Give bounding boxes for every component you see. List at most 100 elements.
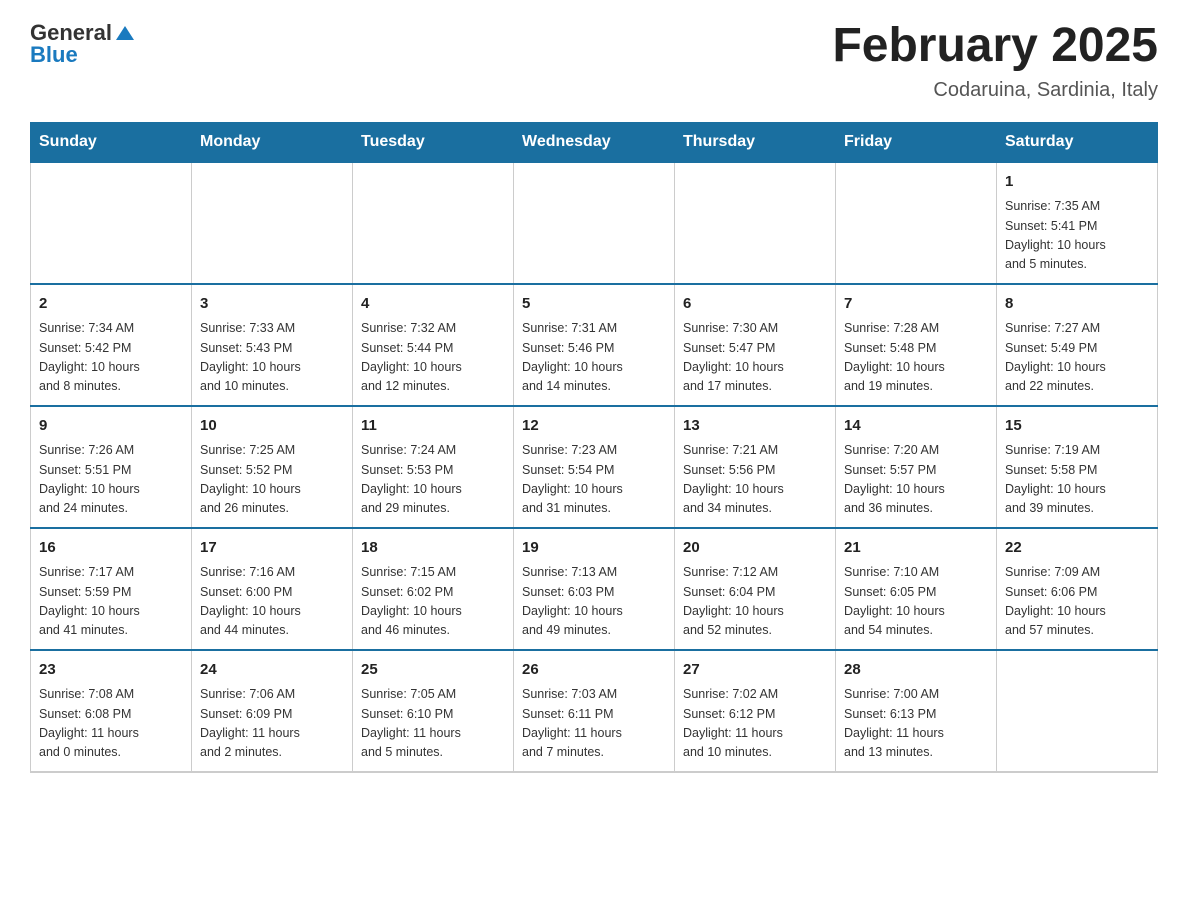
calendar-cell: 5 Sunrise: 7:31 AM Sunset: 5:46 PM Daylig… [514, 284, 675, 406]
calendar-cell: 8 Sunrise: 7:27 AM Sunset: 5:49 PM Daylig… [997, 284, 1158, 406]
calendar-cell: 10 Sunrise: 7:25 AM Sunset: 5:52 PM Dayli… [192, 406, 353, 528]
day-number: 3 [200, 293, 344, 316]
day-info: Sunrise: 7:21 AM Sunset: 5:56 PM Dayligh… [683, 441, 827, 519]
day-info: Sunrise: 7:08 AM Sunset: 6:08 PM Dayligh… [39, 685, 183, 763]
day-info: Sunrise: 7:24 AM Sunset: 5:53 PM Dayligh… [361, 441, 505, 519]
calendar-cell [514, 162, 675, 284]
day-number: 15 [1005, 415, 1149, 438]
calendar-cell: 2Sunrise: 7:34 AM Sunset: 5:42 PM Daylig… [31, 284, 192, 406]
weekday-header-monday: Monday [192, 122, 353, 162]
day-number: 11 [361, 415, 505, 438]
day-number: 24 [200, 659, 344, 682]
day-number: 26 [522, 659, 666, 682]
day-info: Sunrise: 7:00 AM Sunset: 6:13 PM Dayligh… [844, 685, 988, 763]
day-number: 2 [39, 293, 183, 316]
day-number: 23 [39, 659, 183, 682]
calendar-cell: 3 Sunrise: 7:33 AM Sunset: 5:43 PM Daylig… [192, 284, 353, 406]
weekday-header-wednesday: Wednesday [514, 122, 675, 162]
day-number: 12 [522, 415, 666, 438]
calendar-cell: 27 Sunrise: 7:02 AM Sunset: 6:12 PM Dayli… [675, 650, 836, 772]
calendar-cell: 1 Sunrise: 7:35 AM Sunset: 5:41 PM Daylig… [997, 162, 1158, 284]
day-number: 18 [361, 537, 505, 560]
calendar-cell: 12 Sunrise: 7:23 AM Sunset: 5:54 PM Dayli… [514, 406, 675, 528]
day-info: Sunrise: 7:28 AM Sunset: 5:48 PM Dayligh… [844, 319, 988, 397]
calendar-cell: 24 Sunrise: 7:06 AM Sunset: 6:09 PM Dayli… [192, 650, 353, 772]
calendar-cell: 14 Sunrise: 7:20 AM Sunset: 5:57 PM Dayli… [836, 406, 997, 528]
day-info: Sunrise: 7:05 AM Sunset: 6:10 PM Dayligh… [361, 685, 505, 763]
calendar-cell [675, 162, 836, 284]
calendar-week-row: 9Sunrise: 7:26 AM Sunset: 5:51 PM Daylig… [31, 406, 1158, 528]
logo: General Blue [30, 20, 134, 68]
day-info: Sunrise: 7:32 AM Sunset: 5:44 PM Dayligh… [361, 319, 505, 397]
calendar-cell: 19Sunrise: 7:13 AM Sunset: 6:03 PM Dayli… [514, 528, 675, 650]
calendar-cell: 16 Sunrise: 7:17 AM Sunset: 5:59 PM Dayli… [31, 528, 192, 650]
calendar-cell: 25 Sunrise: 7:05 AM Sunset: 6:10 PM Dayli… [353, 650, 514, 772]
calendar-header-row: SundayMondayTuesdayWednesdayThursdayFrid… [31, 122, 1158, 162]
logo-blue-text: Blue [30, 42, 78, 68]
day-info: Sunrise: 7:23 AM Sunset: 5:54 PM Dayligh… [522, 441, 666, 519]
weekday-header-saturday: Saturday [997, 122, 1158, 162]
calendar-cell: 28 Sunrise: 7:00 AM Sunset: 6:13 PM Dayli… [836, 650, 997, 772]
page-header: General Blue February 2025 Codaruina, Sa… [30, 20, 1158, 102]
day-number: 10 [200, 415, 344, 438]
day-info: Sunrise: 7:10 AM Sunset: 6:05 PM Dayligh… [844, 563, 988, 641]
day-number: 17 [200, 537, 344, 560]
calendar-week-row: 16 Sunrise: 7:17 AM Sunset: 5:59 PM Dayli… [31, 528, 1158, 650]
day-info: Sunrise: 7:26 AM Sunset: 5:51 PM Dayligh… [39, 441, 183, 519]
day-info: Sunrise: 7:16 AM Sunset: 6:00 PM Dayligh… [200, 563, 344, 641]
logo-triangle-icon [116, 26, 134, 40]
calendar-table: SundayMondayTuesdayWednesdayThursdayFrid… [30, 122, 1158, 773]
calendar-cell [192, 162, 353, 284]
calendar-cell: 23 Sunrise: 7:08 AM Sunset: 6:08 PM Dayli… [31, 650, 192, 772]
day-number: 20 [683, 537, 827, 560]
day-number: 6 [683, 293, 827, 316]
day-number: 14 [844, 415, 988, 438]
calendar-week-row: 1 Sunrise: 7:35 AM Sunset: 5:41 PM Daylig… [31, 162, 1158, 284]
weekday-header-sunday: Sunday [31, 122, 192, 162]
calendar-cell: 21 Sunrise: 7:10 AM Sunset: 6:05 PM Dayli… [836, 528, 997, 650]
day-number: 19 [522, 537, 666, 560]
day-info: Sunrise: 7:15 AM Sunset: 6:02 PM Dayligh… [361, 563, 505, 641]
calendar-cell: 13Sunrise: 7:21 AM Sunset: 5:56 PM Dayli… [675, 406, 836, 528]
day-number: 25 [361, 659, 505, 682]
calendar-cell [31, 162, 192, 284]
calendar-cell: 4 Sunrise: 7:32 AM Sunset: 5:44 PM Daylig… [353, 284, 514, 406]
day-number: 1 [1005, 171, 1149, 194]
calendar-cell: 15 Sunrise: 7:19 AM Sunset: 5:58 PM Dayli… [997, 406, 1158, 528]
day-info: Sunrise: 7:02 AM Sunset: 6:12 PM Dayligh… [683, 685, 827, 763]
calendar-subtitle: Codaruina, Sardinia, Italy [832, 79, 1158, 102]
day-info: Sunrise: 7:25 AM Sunset: 5:52 PM Dayligh… [200, 441, 344, 519]
day-info: Sunrise: 7:35 AM Sunset: 5:41 PM Dayligh… [1005, 197, 1149, 275]
title-block: February 2025 Codaruina, Sardinia, Italy [832, 20, 1158, 102]
calendar-cell: 22Sunrise: 7:09 AM Sunset: 6:06 PM Dayli… [997, 528, 1158, 650]
calendar-cell [353, 162, 514, 284]
day-info: Sunrise: 7:27 AM Sunset: 5:49 PM Dayligh… [1005, 319, 1149, 397]
calendar-cell: 6 Sunrise: 7:30 AM Sunset: 5:47 PM Daylig… [675, 284, 836, 406]
day-info: Sunrise: 7:06 AM Sunset: 6:09 PM Dayligh… [200, 685, 344, 763]
day-info: Sunrise: 7:30 AM Sunset: 5:47 PM Dayligh… [683, 319, 827, 397]
weekday-header-thursday: Thursday [675, 122, 836, 162]
calendar-title: February 2025 [832, 20, 1158, 73]
day-number: 8 [1005, 293, 1149, 316]
calendar-week-row: 23 Sunrise: 7:08 AM Sunset: 6:08 PM Dayli… [31, 650, 1158, 772]
calendar-cell: 26Sunrise: 7:03 AM Sunset: 6:11 PM Dayli… [514, 650, 675, 772]
calendar-cell: 20Sunrise: 7:12 AM Sunset: 6:04 PM Dayli… [675, 528, 836, 650]
day-number: 21 [844, 537, 988, 560]
weekday-header-tuesday: Tuesday [353, 122, 514, 162]
day-number: 7 [844, 293, 988, 316]
calendar-cell: 18 Sunrise: 7:15 AM Sunset: 6:02 PM Dayli… [353, 528, 514, 650]
day-info: Sunrise: 7:17 AM Sunset: 5:59 PM Dayligh… [39, 563, 183, 641]
day-info: Sunrise: 7:19 AM Sunset: 5:58 PM Dayligh… [1005, 441, 1149, 519]
day-number: 28 [844, 659, 988, 682]
calendar-cell: 17 Sunrise: 7:16 AM Sunset: 6:00 PM Dayli… [192, 528, 353, 650]
calendar-cell: 11 Sunrise: 7:24 AM Sunset: 5:53 PM Dayli… [353, 406, 514, 528]
calendar-cell: 7 Sunrise: 7:28 AM Sunset: 5:48 PM Daylig… [836, 284, 997, 406]
day-number: 22 [1005, 537, 1149, 560]
day-number: 4 [361, 293, 505, 316]
day-info: Sunrise: 7:33 AM Sunset: 5:43 PM Dayligh… [200, 319, 344, 397]
day-number: 5 [522, 293, 666, 316]
day-info: Sunrise: 7:20 AM Sunset: 5:57 PM Dayligh… [844, 441, 988, 519]
day-number: 27 [683, 659, 827, 682]
day-info: Sunrise: 7:31 AM Sunset: 5:46 PM Dayligh… [522, 319, 666, 397]
day-number: 16 [39, 537, 183, 560]
